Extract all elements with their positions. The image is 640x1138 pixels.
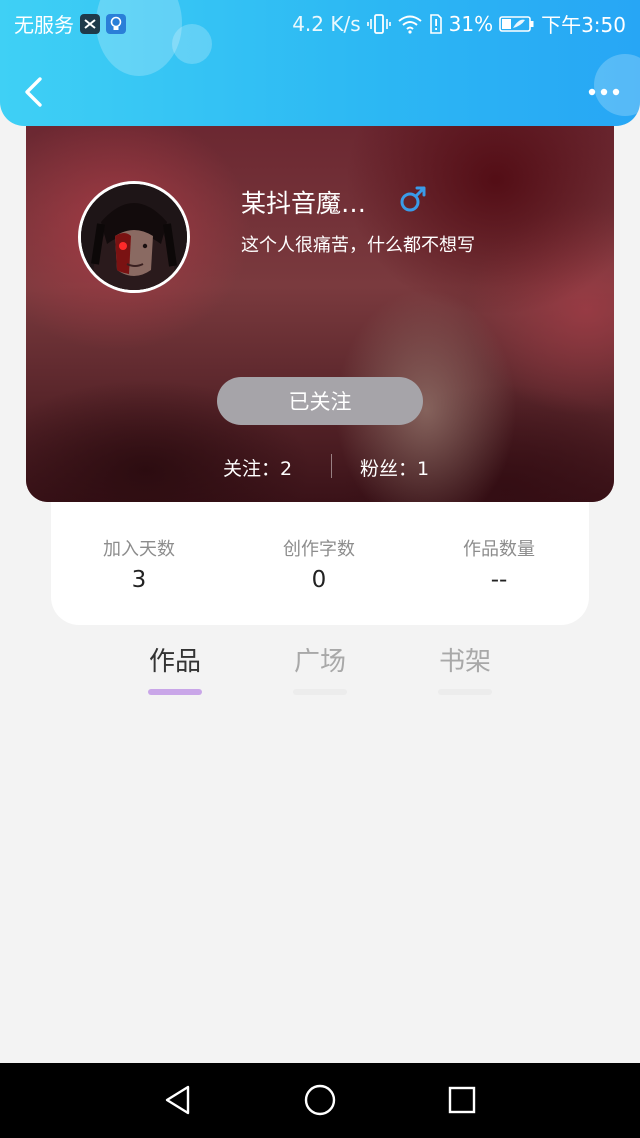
tab-works[interactable]: 作品	[130, 646, 220, 700]
system-recents-button[interactable]	[444, 1082, 480, 1118]
tab-label: 广场	[293, 647, 346, 677]
stat-word-count: 创作字数 0	[244, 538, 394, 594]
stat-works-count: 作品数量 --	[424, 538, 574, 594]
tab-label: 书架	[438, 647, 491, 677]
fans-count-link[interactable]: 粉丝：1	[360, 454, 429, 481]
status-bar-left: 无服务	[14, 9, 126, 38]
follow-stats-divider	[331, 454, 332, 478]
profile-blurred-background	[26, 110, 614, 502]
vibrate-icon	[366, 13, 391, 35]
profile-username: 某抖音魔…	[241, 189, 367, 218]
system-back-button[interactable]	[160, 1082, 196, 1118]
more-dots-icon	[588, 88, 620, 96]
lightbulb-icon	[106, 13, 126, 34]
battery-percent-text: 31%	[448, 11, 494, 36]
tab-indicator	[293, 689, 347, 695]
more-options-button[interactable]	[584, 78, 624, 106]
stats-card: 加入天数 3 创作字数 0 作品数量 --	[51, 490, 589, 625]
triangle-back-icon	[165, 1085, 190, 1115]
clock-text: 下午3:50	[541, 13, 626, 37]
stat-label: 加入天数	[103, 539, 175, 560]
stat-value: --	[490, 567, 508, 593]
follow-button[interactable]: 已关注	[217, 377, 423, 425]
status-bar-right: 4.2 K/s 31% 下午3:50	[292, 9, 626, 38]
chevron-left-icon	[25, 77, 42, 107]
carrier-text: 无服务	[14, 13, 74, 37]
battery-charging-icon	[499, 14, 535, 34]
tab-active-indicator	[148, 689, 202, 695]
tab-square[interactable]: 广场	[275, 646, 365, 700]
circle-home-icon	[304, 1084, 336, 1116]
stat-value: 3	[131, 567, 147, 593]
capcut-icon	[80, 13, 100, 34]
status-bar: 无服务 4.2 K/s 31% 下午3:50	[0, 0, 640, 44]
app-header: 无服务 4.2 K/s 31% 下午3:50	[0, 0, 640, 126]
tab-indicator	[438, 689, 492, 695]
tab-bookshelf[interactable]: 书架	[420, 646, 510, 700]
wifi-icon	[397, 13, 423, 35]
avatar-image	[81, 184, 187, 290]
stat-label: 作品数量	[463, 539, 535, 560]
net-speed-text: 4.2 K/s	[292, 11, 361, 36]
stat-join-days: 加入天数 3	[64, 538, 214, 594]
system-navigation-bar	[0, 1063, 640, 1138]
tab-label: 作品	[148, 647, 201, 677]
square-recents-icon	[448, 1086, 476, 1114]
back-button[interactable]	[18, 74, 52, 110]
avatar[interactable]	[78, 181, 190, 293]
sim-alert-icon	[429, 13, 443, 35]
stat-label: 创作字数	[283, 539, 355, 560]
follow-stats: 关注：2 粉丝：1	[26, 452, 614, 482]
profile-card: 某抖音魔… 这个人很痛苦，什么都不想写 已关注 关注：2 粉丝：1	[26, 110, 614, 502]
profile-bio: 这个人很痛苦，什么都不想写	[241, 235, 475, 256]
male-icon	[400, 186, 426, 212]
system-home-button[interactable]	[302, 1082, 338, 1118]
following-count-link[interactable]: 关注：2	[223, 454, 292, 481]
stat-value: 0	[311, 567, 327, 593]
